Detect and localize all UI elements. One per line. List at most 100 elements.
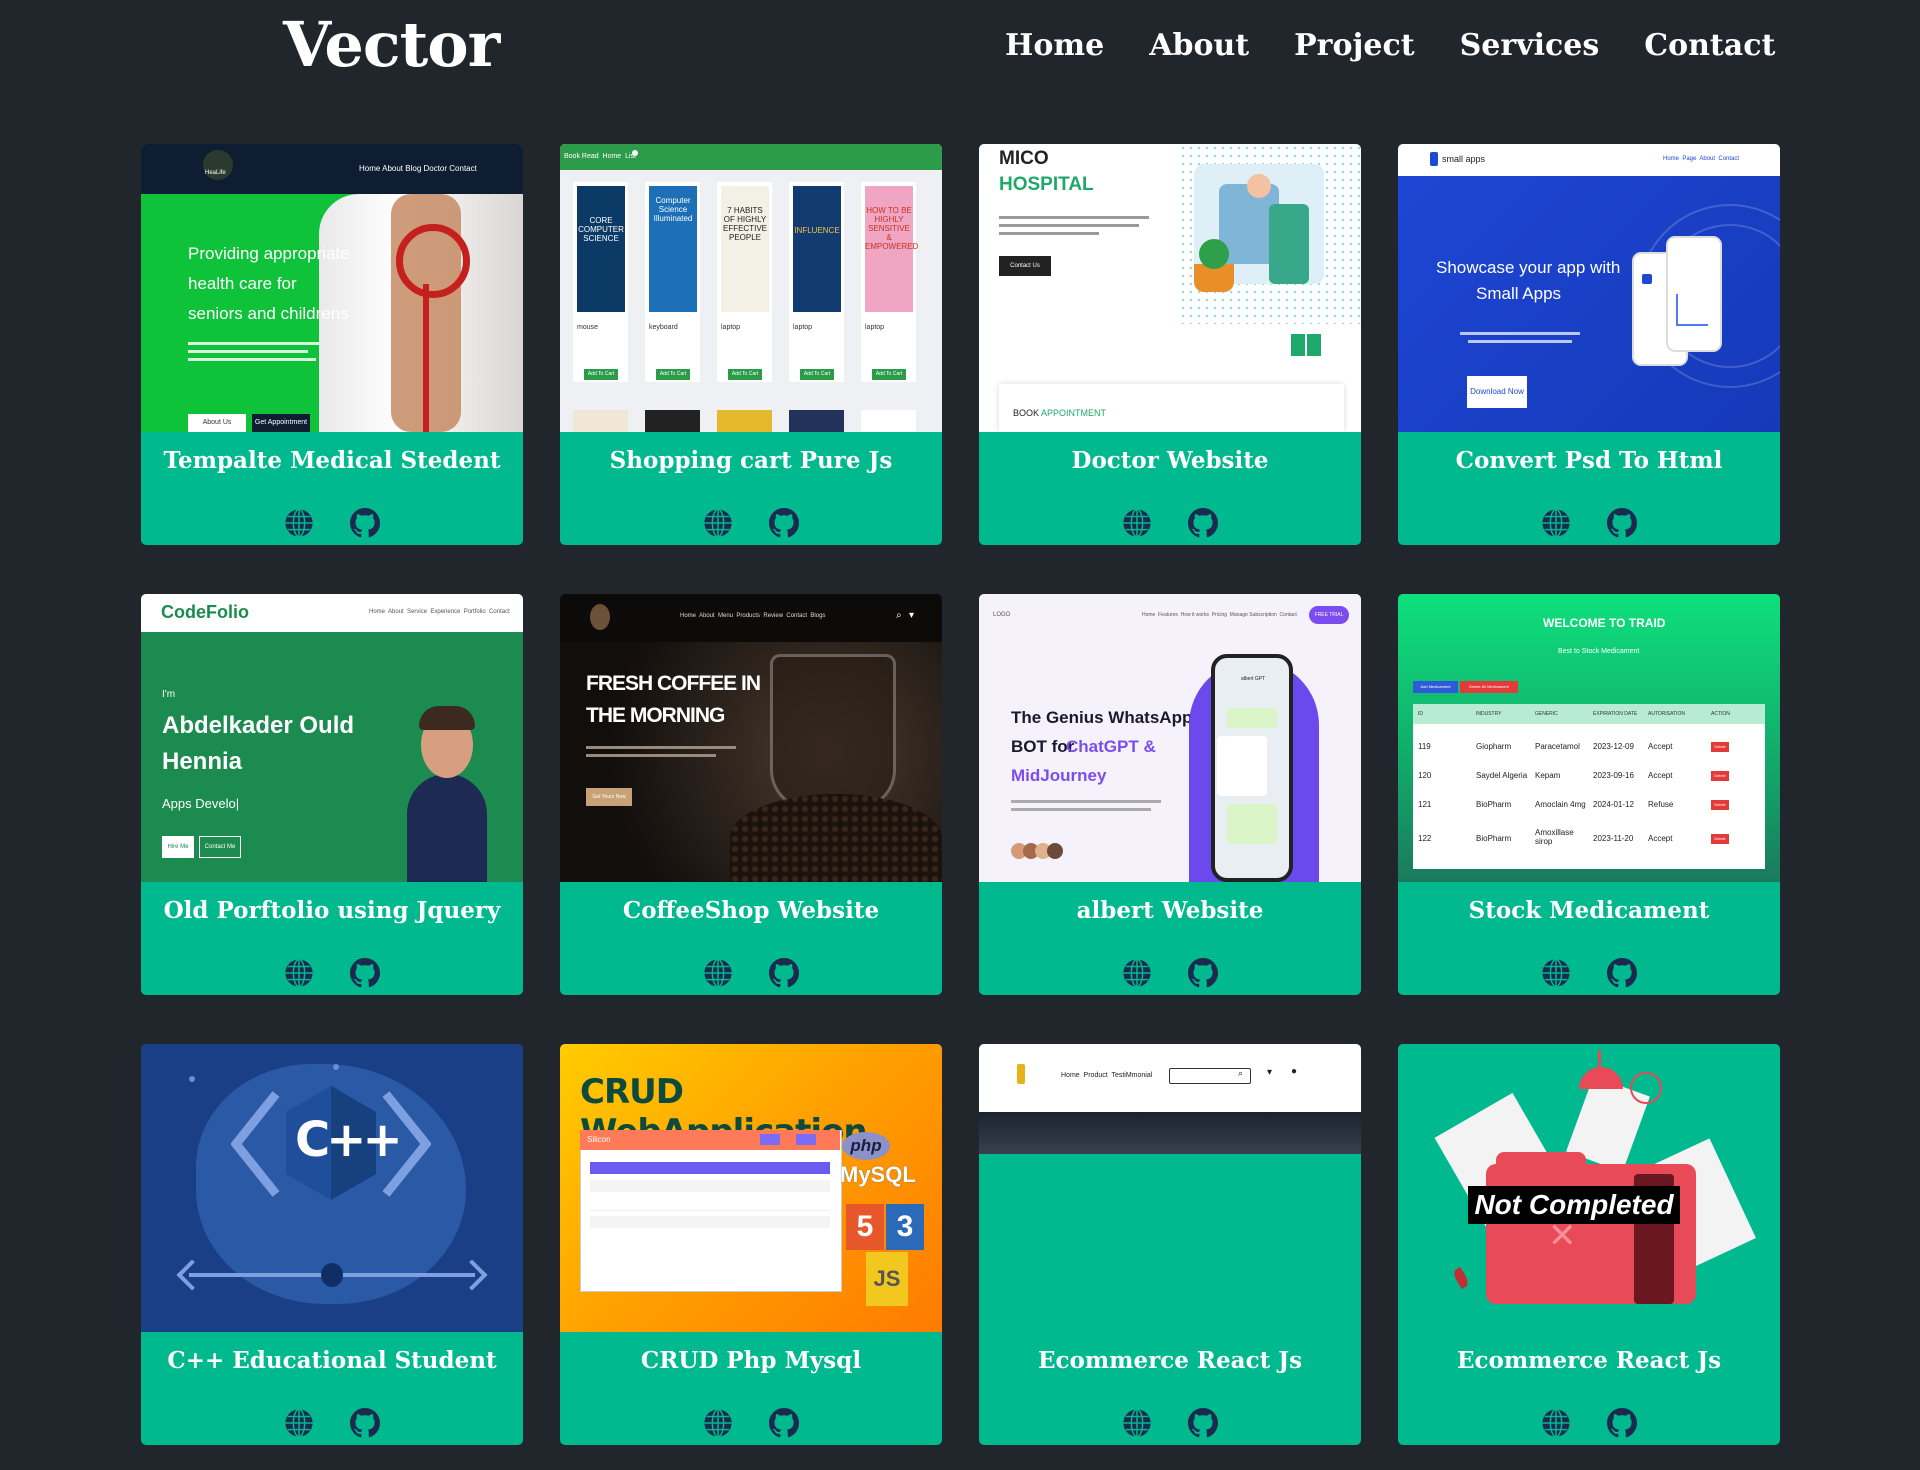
github-icon[interactable] (350, 958, 380, 988)
nav-about[interactable]: About (1149, 28, 1249, 63)
project-links (141, 1408, 523, 1438)
globe-icon[interactable] (284, 1408, 314, 1438)
book-cover: INFLUENCE (793, 186, 841, 312)
nav-project[interactable]: Project (1294, 28, 1414, 63)
site-logo[interactable]: Vector (283, 8, 500, 81)
github-icon[interactable] (769, 508, 799, 538)
github-icon[interactable] (1607, 508, 1637, 538)
globe-icon[interactable] (284, 508, 314, 538)
thumb-headline: THE MORNING (586, 704, 725, 727)
project-thumbnail[interactable]: Home About Menu Products Review Contact … (560, 594, 942, 882)
project-card: Book Read Home List CORE COMPUTER SCIENC… (560, 144, 942, 545)
search-icon: ⌕ (1238, 1068, 1244, 1078)
not-completed-label: Not Completed (1468, 1186, 1680, 1224)
github-icon[interactable] (769, 1408, 799, 1438)
globe-icon[interactable] (1122, 1408, 1152, 1438)
project-title: Shopping cart Pure Js (609, 447, 893, 474)
project-card: small apps Home Page About Contact Showc… (1398, 144, 1780, 545)
table-cell: Saydel Algeria (1476, 771, 1528, 780)
book-cover: Computer Science Illuminated (649, 186, 697, 312)
project-links (141, 958, 523, 988)
book-cover: 7 HABITS OF HIGHLY EFFECTIVE PEOPLE (721, 186, 769, 312)
project-thumbnail[interactable]: ✕ Not Completed (1398, 1044, 1780, 1332)
project-links (560, 1408, 942, 1438)
thumb-nav: Home About Service Experience Portfolio … (369, 609, 510, 615)
delete-button: Delete (1711, 742, 1729, 752)
github-icon[interactable] (350, 508, 380, 538)
globe-icon[interactable] (703, 1408, 733, 1438)
project-card: MICO HOSPITAL Contact Us BOOK APPOINTMEN… (979, 144, 1361, 545)
project-thumbnail[interactable]: LOGO Home Features How it works Pricing … (979, 594, 1361, 882)
thumb-text: I'm (162, 689, 176, 700)
project-thumbnail[interactable]: Home Product TestiMmonial ⌕ ▾ ● (979, 1044, 1361, 1332)
table-header: EXPIRATION DATE (1593, 711, 1638, 717)
table-header: GENERIC (1535, 711, 1558, 717)
thumb-headline: Abdelkader Ould (162, 712, 355, 739)
github-icon[interactable] (769, 958, 799, 988)
css3-logo: 3 (886, 1204, 924, 1250)
delete-button: Delete (1711, 834, 1729, 844)
nav-services[interactable]: Services (1460, 28, 1600, 63)
thumb-headline: Small Apps (1476, 284, 1562, 303)
project-title: CoffeeShop Website (622, 897, 880, 924)
table-header: ACTION (1711, 711, 1730, 717)
table-cell: 120 (1418, 771, 1432, 780)
github-icon[interactable] (350, 1408, 380, 1438)
nav-home[interactable]: Home (1005, 28, 1104, 63)
project-links (979, 508, 1361, 538)
thumb-nav: Book Read Home List (564, 153, 636, 160)
github-icon[interactable] (1607, 958, 1637, 988)
table-cell: 119 (1418, 742, 1431, 751)
globe-icon[interactable] (1541, 508, 1571, 538)
globe-icon[interactable] (703, 508, 733, 538)
thumb-headline: MidJourney (1011, 766, 1107, 785)
table-cell: 121 (1418, 800, 1432, 809)
thumb-button: Delete All Medicament (1460, 681, 1518, 693)
main-nav: Home About Project Services Contact (1005, 28, 1820, 63)
js-logo: JS (866, 1252, 908, 1306)
thumb-text: albert GPT (1241, 676, 1266, 682)
project-title: CRUD Php Mysql (640, 1347, 862, 1374)
user-icon: ● (1291, 1066, 1298, 1077)
table-cell: BioPharm (1476, 834, 1512, 843)
globe-icon[interactable] (703, 958, 733, 988)
table-cell: Amoxillase sirop (1535, 828, 1574, 846)
globe-icon[interactable] (1541, 1408, 1571, 1438)
project-thumbnail[interactable]: MICO HOSPITAL Contact Us BOOK APPOINTMEN… (979, 144, 1361, 432)
book-label: mouse (577, 324, 599, 331)
project-thumbnail[interactable]: CodeFolio Home About Service Experience … (141, 594, 523, 882)
project-grid: HeaLife Home About Blog Doctor Contact P… (141, 144, 1780, 1445)
github-icon[interactable] (1188, 1408, 1218, 1438)
thumb-brand: HOSPITAL (999, 174, 1094, 195)
book-label: keyboard (649, 324, 678, 331)
thumb-brand: small apps (1442, 154, 1486, 164)
thumb-nav: Home Features How it works Pricing Manag… (1142, 612, 1297, 618)
project-thumbnail[interactable]: C++ (141, 1044, 523, 1332)
project-card: WELCOME TO TRAID Best to Stock Medicamen… (1398, 594, 1780, 995)
table-cell: Kepam (1535, 771, 1561, 780)
project-thumbnail[interactable]: HeaLife Home About Blog Doctor Contact P… (141, 144, 523, 432)
github-icon[interactable] (1188, 958, 1218, 988)
globe-icon[interactable] (284, 958, 314, 988)
project-links (560, 508, 942, 538)
project-links (1398, 1408, 1780, 1438)
globe-icon[interactable] (1541, 958, 1571, 988)
nav-contact[interactable]: Contact (1644, 28, 1775, 63)
github-icon[interactable] (1607, 1408, 1637, 1438)
table-cell: Refuse (1648, 800, 1674, 809)
add-to-cart-button: Add To Cart (800, 369, 834, 380)
cart-icon: ▾ (909, 610, 915, 621)
project-links (979, 1408, 1361, 1438)
project-thumbnail[interactable]: CRUD WebApplication Silicon php MySQL 5 … (560, 1044, 942, 1332)
project-thumbnail[interactable]: WELCOME TO TRAID Best to Stock Medicamen… (1398, 594, 1780, 882)
globe-icon[interactable] (1122, 958, 1152, 988)
project-card: CRUD WebApplication Silicon php MySQL 5 … (560, 1044, 942, 1445)
project-title: Convert Psd To Html (1455, 447, 1723, 474)
project-thumbnail[interactable]: Book Read Home List CORE COMPUTER SCIENC… (560, 144, 942, 432)
globe-icon[interactable] (1122, 508, 1152, 538)
table-cell: Accept (1648, 834, 1673, 843)
project-thumbnail[interactable]: small apps Home Page About Contact Showc… (1398, 144, 1780, 432)
github-icon[interactable] (1188, 508, 1218, 538)
delete-button: Delete (1711, 771, 1729, 781)
cart-icon: ▾ (1267, 1067, 1273, 1078)
